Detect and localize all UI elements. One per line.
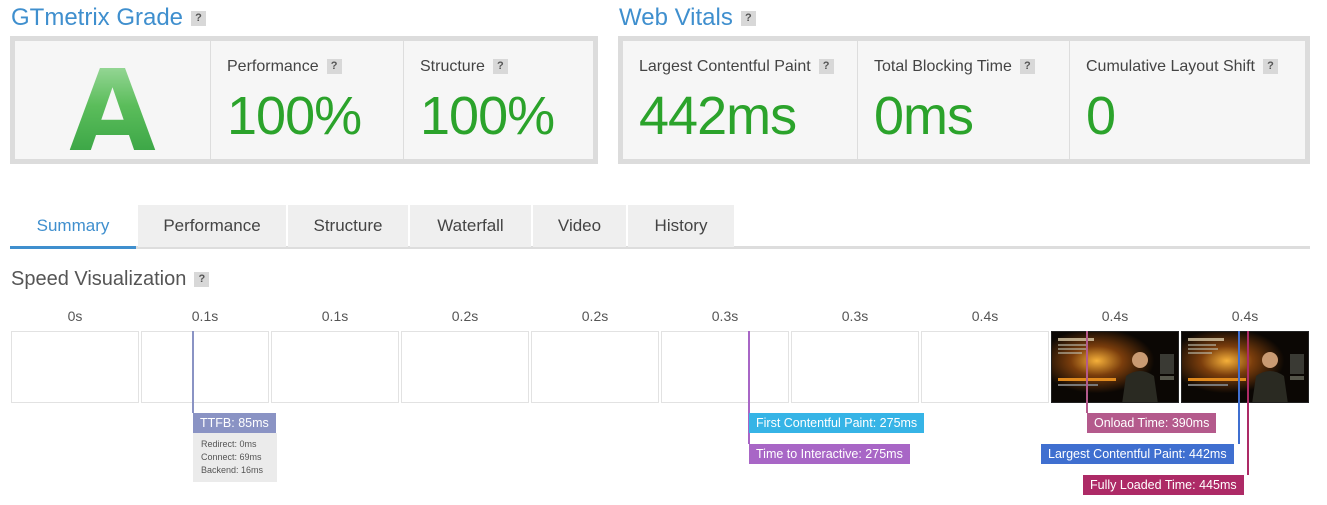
- fcp-marker: First Contentful Paint: 275ms: [749, 413, 925, 433]
- filmstrip-frame[interactable]: [791, 331, 919, 403]
- lcp-line: [1238, 331, 1240, 444]
- help-icon[interactable]: ?: [492, 59, 508, 75]
- timeline-tick: 0s: [67, 308, 83, 324]
- ttfb-marker: TTFB: 85ms: [193, 413, 276, 433]
- fully-loaded-marker: Fully Loaded Time: 445ms: [1083, 475, 1244, 495]
- page-thumbnail: [1052, 332, 1178, 402]
- fully-loaded-line: [1247, 331, 1249, 475]
- filmstrip-frame-screenshot[interactable]: [1051, 331, 1179, 403]
- filmstrip-frame[interactable]: [661, 331, 789, 403]
- performance-cell: Performance? 100%: [211, 41, 404, 159]
- ttfb-details: Redirect: 0ms Connect: 69ms Backend: 16m…: [193, 433, 277, 482]
- ttfb-line: [192, 331, 194, 413]
- page-thumbnail: [1182, 332, 1308, 402]
- timeline-tick: 0.3s: [841, 308, 869, 324]
- cls-label: Cumulative Layout Shift: [1086, 58, 1255, 75]
- ttfb-connect: Connect: 69ms: [201, 452, 262, 462]
- timeline-tick: 0.2s: [581, 308, 609, 324]
- tti-marker: Time to Interactive: 275ms: [749, 444, 910, 464]
- filmstrip-frame[interactable]: [531, 331, 659, 403]
- tab-video[interactable]: Video: [533, 205, 626, 247]
- grade-letter: A: [69, 47, 156, 177]
- lcp-value: 442ms: [639, 86, 797, 146]
- tab-summary[interactable]: Summary: [10, 205, 136, 249]
- tab-structure[interactable]: Structure: [288, 205, 408, 247]
- cls-value: 0: [1086, 86, 1116, 146]
- filmstrip-frame[interactable]: [11, 331, 139, 403]
- timeline-tick: 0.1s: [321, 308, 349, 324]
- filmstrip-frame-screenshot[interactable]: [1181, 331, 1309, 403]
- tab-history[interactable]: History: [628, 205, 734, 247]
- web-vitals-panel: Largest Contentful Paint? 442ms Total Bl…: [618, 36, 1310, 164]
- onload-marker: Onload Time: 390ms: [1087, 413, 1217, 433]
- filmstrip-frame[interactable]: [271, 331, 399, 403]
- timeline-tick: 0.1s: [191, 308, 219, 324]
- help-icon[interactable]: ?: [1262, 59, 1278, 75]
- filmstrip-frame[interactable]: [141, 331, 269, 403]
- tbt-label: Total Blocking Time: [874, 58, 1012, 75]
- tbt-value: 0ms: [874, 86, 974, 146]
- web-vitals-heading: Web Vitals?: [619, 4, 756, 32]
- timeline-tick: 0.4s: [971, 308, 999, 324]
- speed-visualization-heading: Speed Visualization?: [11, 268, 210, 291]
- timeline-tick: 0.4s: [1231, 308, 1259, 324]
- performance-label-row: Performance?: [227, 58, 342, 76]
- help-icon[interactable]: ?: [740, 11, 756, 26]
- gtmetrix-grade-title: GTmetrix Grade: [11, 4, 184, 31]
- filmstrip-frame[interactable]: [921, 331, 1049, 403]
- structure-label: Structure: [420, 58, 485, 75]
- speed-visualization-title: Speed Visualization: [11, 268, 187, 290]
- timeline-tick: 0.4s: [1101, 308, 1129, 324]
- timeline-tick: 0.2s: [451, 308, 479, 324]
- structure-value: 100%: [420, 86, 555, 146]
- filmstrip-frame[interactable]: [401, 331, 529, 403]
- gtmetrix-grade-panel: A Performance? 100% Structure? 100%: [10, 36, 598, 177]
- structure-cell: Structure? 100%: [404, 41, 593, 159]
- cls-label-row: Cumulative Layout Shift?: [1086, 58, 1278, 76]
- gtmetrix-grade-heading: GTmetrix Grade?: [11, 4, 207, 32]
- onload-line: [1086, 331, 1088, 413]
- help-icon[interactable]: ?: [1019, 59, 1035, 75]
- lcp-label: Largest Contentful Paint: [639, 58, 811, 75]
- help-icon[interactable]: ?: [191, 11, 207, 26]
- cls-cell: Cumulative Layout Shift? 0: [1070, 41, 1305, 159]
- performance-label: Performance: [227, 58, 319, 75]
- timeline-tick: 0.3s: [711, 308, 739, 324]
- lcp-marker: Largest Contentful Paint: 442ms: [1041, 444, 1234, 464]
- lcp-cell: Largest Contentful Paint? 442ms: [623, 41, 858, 159]
- ttfb-redirect: Redirect: 0ms: [201, 439, 257, 449]
- tbt-cell: Total Blocking Time? 0ms: [858, 41, 1070, 159]
- report-tabs: Summary Performance Structure Waterfall …: [10, 205, 1310, 249]
- web-vitals-title: Web Vitals: [619, 4, 733, 31]
- help-icon[interactable]: ?: [818, 59, 834, 75]
- lcp-label-row: Largest Contentful Paint?: [639, 58, 834, 76]
- ttfb-backend: Backend: 16ms: [201, 465, 264, 475]
- structure-label-row: Structure?: [420, 58, 508, 76]
- grade-cell: A: [15, 41, 211, 177]
- help-icon[interactable]: ?: [326, 59, 342, 75]
- help-icon[interactable]: ?: [194, 272, 210, 288]
- tab-performance[interactable]: Performance: [138, 205, 286, 247]
- tab-waterfall[interactable]: Waterfall: [410, 205, 531, 247]
- tbt-label-row: Total Blocking Time?: [874, 58, 1035, 76]
- performance-value: 100%: [227, 86, 362, 146]
